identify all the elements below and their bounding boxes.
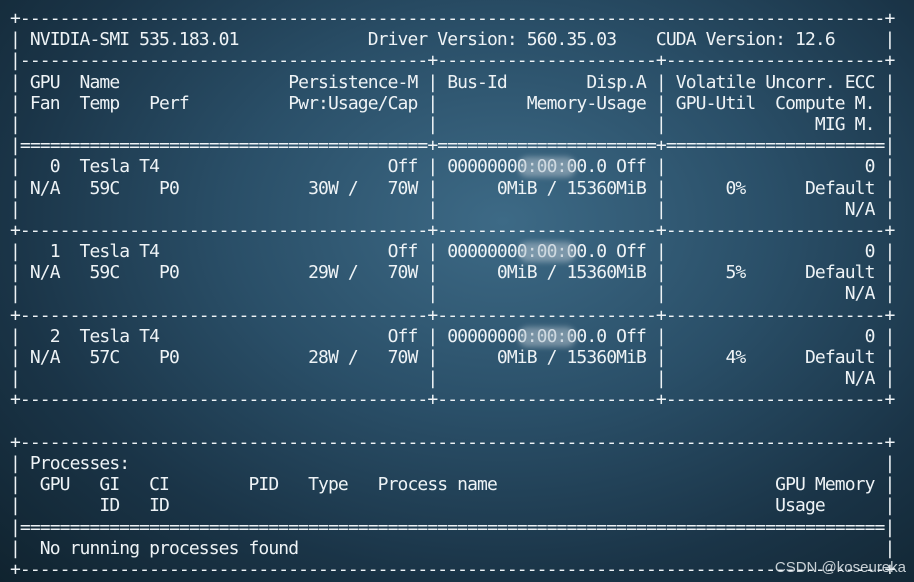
table-border-bottom: +---------------------------------------… (10, 389, 895, 411)
watermark: CSDN @koseureka (774, 559, 906, 576)
processes-border-bottom: +---------------------------------------… (10, 558, 895, 580)
redaction-blur (518, 327, 576, 347)
processes-title: | Processes: | (10, 452, 895, 474)
redaction-blur (518, 157, 576, 177)
gpu-0-row-3: | | | N/A | (10, 198, 895, 220)
processes-separator: |=======================================… (10, 516, 895, 538)
terminal-output: +---------------------------------------… (10, 8, 895, 580)
table-border-top: +---------------------------------------… (10, 8, 895, 29)
gpu-separator: +---------------------------------------… (10, 304, 895, 326)
gpu-1-row-2: | N/A 59C P0 29W / 70W | 0MiB / 15360MiB… (10, 262, 895, 284)
gpu-2-row-3: | | | N/A | (10, 368, 895, 390)
gpu-1-row-3: | | | N/A | (10, 283, 895, 305)
gpu-2-row-2: | N/A 57C P0 28W / 70W | 0MiB / 15360MiB… (10, 347, 895, 368)
gpu-0-row-2: | N/A 59C P0 30W / 70W | 0MiB / 15360MiB… (10, 177, 895, 199)
header-version-line: | NVIDIA-SMI 535.183.01 Driver Version: … (10, 29, 895, 51)
table-divider: |---------------------------------------… (10, 50, 895, 72)
gpu-separator: +---------------------------------------… (10, 219, 895, 241)
column-header-3: | | | MIG M. | (10, 113, 895, 135)
gpu-0-row-1: | 0 Tesla T4 Off | 00000000:00:00.0 Off … (10, 156, 895, 178)
processes-header-2: | ID ID Usage | (10, 495, 895, 517)
column-header-1: | GPU Name Persistence-M | Bus-Id Disp.A… (10, 71, 895, 93)
processes-border-top: +---------------------------------------… (10, 431, 895, 453)
redaction-blur (518, 242, 576, 262)
column-header-2: | Fan Temp Perf Pwr:Usage/Cap | Memory-U… (10, 92, 895, 114)
processes-header-1: | GPU GI CI PID Type Process name GPU Me… (10, 474, 895, 496)
header-separator: |=======================================… (10, 135, 895, 157)
no-processes-message: | No running processes found | (10, 537, 895, 559)
gpu-2-row-1: | 2 Tesla T4 Off | 00000000:00:00.0 Off … (10, 325, 895, 347)
gpu-1-row-1: | 1 Tesla T4 Off | 00000000:00:00.0 Off … (10, 241, 895, 263)
